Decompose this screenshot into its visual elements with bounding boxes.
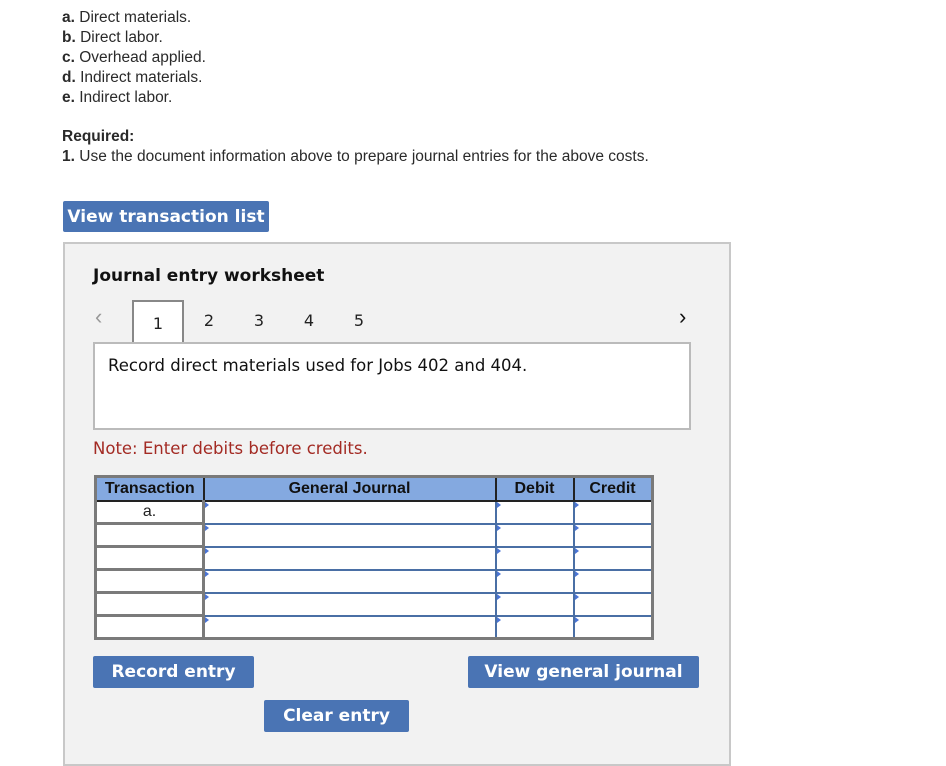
table-row: a. (95, 500, 653, 525)
transaction-cell (95, 615, 205, 640)
required-heading: Required: (62, 128, 135, 145)
tab-4[interactable]: 4 (284, 300, 334, 340)
cost-item-b: b. Direct labor. (62, 29, 163, 46)
header-transaction: Transaction (95, 476, 205, 502)
journal-table-header: Transaction General Journal Debit Credit (95, 476, 652, 502)
chevron-left-icon[interactable]: ‹ (95, 304, 102, 330)
debit-credit-note: Note: Enter debits before credits. (93, 439, 368, 458)
header-debit: Debit (495, 476, 575, 502)
debit-input[interactable] (494, 546, 575, 571)
credit-input[interactable] (572, 546, 653, 571)
debit-input[interactable] (494, 500, 575, 525)
credit-input[interactable] (572, 523, 653, 548)
table-row (95, 592, 653, 617)
transaction-cell (95, 569, 205, 594)
view-transaction-list-button[interactable]: View transaction list (63, 201, 269, 232)
tab-5[interactable]: 5 (334, 300, 384, 340)
account-input[interactable] (202, 592, 497, 617)
debit-input[interactable] (494, 569, 575, 594)
chevron-right-icon[interactable]: › (679, 304, 686, 330)
account-input[interactable] (202, 500, 497, 525)
transaction-description: Record direct materials used for Jobs 40… (108, 356, 528, 375)
journal-table: Transaction General Journal Debit Credit… (94, 475, 654, 640)
transaction-cell (95, 546, 205, 571)
transaction-cell (95, 523, 205, 548)
tab-1[interactable]: 1 (132, 300, 184, 344)
table-row (95, 523, 653, 548)
table-row (95, 569, 653, 594)
record-entry-button[interactable]: Record entry (93, 656, 254, 688)
credit-input[interactable] (572, 500, 653, 525)
header-credit: Credit (573, 476, 652, 502)
clear-entry-button[interactable]: Clear entry (264, 700, 409, 732)
view-general-journal-button[interactable]: View general journal (468, 656, 699, 688)
debit-input[interactable] (494, 615, 575, 640)
cost-list: a. Direct materials. b. Direct labor. c.… (62, 8, 206, 108)
credit-input[interactable] (572, 615, 653, 640)
table-row (95, 615, 653, 640)
debit-input[interactable] (494, 592, 575, 617)
worksheet-title: Journal entry worksheet (93, 266, 325, 286)
header-general-journal: General Journal (203, 476, 497, 502)
transaction-description-box: Record direct materials used for Jobs 40… (93, 342, 691, 430)
tab-3[interactable]: 3 (234, 300, 284, 340)
worksheet-tabs: 1 2 3 4 5 (132, 300, 384, 344)
account-input[interactable] (202, 569, 497, 594)
credit-input[interactable] (572, 592, 653, 617)
transaction-cell (95, 592, 205, 617)
required-item-1: 1. Use the document information above to… (62, 148, 649, 165)
cost-item-a: a. Direct materials. (62, 9, 192, 26)
required-section: Required: 1. Use the document informatio… (62, 127, 649, 167)
account-input[interactable] (202, 523, 497, 548)
tab-2[interactable]: 2 (184, 300, 234, 340)
transaction-cell: a. (95, 501, 205, 525)
cost-item-c: c. Overhead applied. (62, 49, 206, 66)
credit-input[interactable] (572, 569, 653, 594)
cost-item-d: d. Indirect materials. (62, 69, 203, 86)
debit-input[interactable] (494, 523, 575, 548)
table-row (95, 546, 653, 571)
journal-entry-worksheet-panel: Journal entry worksheet ‹ 1 2 3 4 5 › Re… (63, 242, 731, 766)
account-input[interactable] (202, 615, 497, 640)
account-input[interactable] (202, 546, 497, 571)
cost-item-e: e. Indirect labor. (62, 89, 173, 106)
